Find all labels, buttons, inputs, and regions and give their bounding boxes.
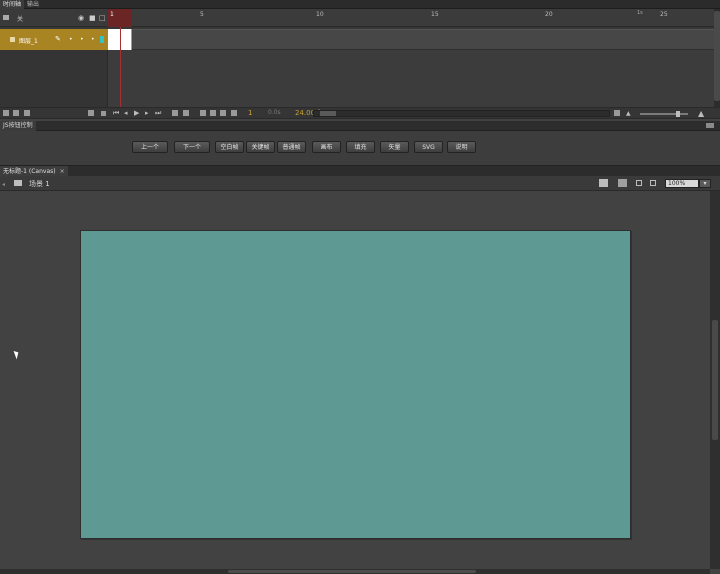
svg-button[interactable]: SVG [414,141,443,153]
next-button[interactable]: 下一个 [174,141,210,153]
ruler-label: 20 [545,11,553,18]
clip-icon[interactable] [636,180,642,186]
ruler-label: 10 [316,11,324,18]
prev-button[interactable]: 上一个 [132,141,168,153]
lock-icon[interactable]: ■ [89,14,96,22]
onion-outline-icon[interactable] [210,110,216,116]
frames-empty-area [108,50,714,107]
onion-skin-icon[interactable] [200,110,206,116]
camera-icon[interactable] [88,110,94,116]
lock-dot-icon[interactable]: • [80,36,84,43]
edit-symbols-icon[interactable] [618,179,627,187]
zoom-small-icon[interactable]: ▲ [626,110,631,117]
edit-bar: ◂ 场景 1 100% ▾ [0,176,720,191]
ruler-label: 1 [110,11,114,18]
stage-canvas[interactable] [80,230,631,539]
panel-title[interactable]: JS按钮控制 [0,121,36,131]
ruler-label: 25 [660,11,668,18]
eye-dot-icon[interactable]: • [69,36,73,43]
zoom-dropdown-icon[interactable]: ▾ [699,179,711,188]
last-frame-icon[interactable]: ⏭ [155,109,161,118]
one-second-marker: 1s [637,10,643,16]
elapsed-time: 0.0s [268,109,281,116]
ruler-label: 15 [431,11,439,18]
layers-icon [3,15,9,20]
panel-title-bar: JS按钮控制 [0,121,720,131]
new-layer-icon[interactable] [3,110,9,116]
timeline-zoom-slider[interactable] [640,113,688,115]
timeline-v-scroll-thumb[interactable] [714,11,720,101]
button-panel: 上一个 下一个 空白帧 关键帧 普通帧 画布 填充 矢量 SVG 说明 [0,131,720,165]
canvas-button[interactable]: 画布 [312,141,341,153]
back-arrow-icon[interactable]: ◂ [2,181,5,188]
blank-frame-button[interactable]: 空白帧 [215,141,244,153]
scene-label[interactable]: 场景 1 [29,179,50,189]
center-frame-icon[interactable] [183,110,189,116]
fill-button[interactable]: 填充 [346,141,375,153]
layer-header-label: 关 [17,16,24,23]
current-frame[interactable]: 1 [248,109,252,117]
reset-zoom-icon[interactable] [614,110,620,116]
new-folder-icon[interactable] [13,110,19,116]
tab-timeline[interactable]: 时间轴 [0,0,25,9]
layer-row[interactable]: 图层_1 ✎ • • • [0,29,108,50]
ruler-label: 5 [200,11,204,18]
zoom-large-icon[interactable]: ▲ [698,109,704,118]
parent-view-icon[interactable] [101,111,106,116]
layer-header: 关 ◉ ■ □ [0,9,108,27]
panel-menu-icon[interactable] [706,123,714,128]
layers-list-empty [0,50,108,107]
center-stage-icon[interactable] [650,180,656,186]
timeline-h-scrollbar[interactable] [313,110,610,117]
frames-row[interactable] [108,29,714,50]
edit-scene-icon[interactable] [599,179,608,187]
document-tab-title: 无标题-1 (Canvas) [3,168,56,175]
outline-dot-icon[interactable]: • [91,36,95,43]
stage-v-scroll-thumb[interactable] [712,320,718,440]
pen-icon: ✎ [55,35,61,43]
normal-frame-button[interactable]: 普通帧 [277,141,306,153]
vector-button[interactable]: 矢量 [380,141,409,153]
info-button[interactable]: 说明 [447,141,476,153]
frame-ruler[interactable] [108,9,714,27]
play-icon[interactable]: ▶ [134,109,139,117]
first-frame-icon[interactable]: ⏮ [113,109,119,118]
loop-icon[interactable] [172,110,178,116]
timeline-zoom-knob[interactable] [676,111,680,117]
stage-h-scroll-thumb[interactable] [228,570,476,573]
onion-markers-icon[interactable] [231,110,237,116]
timeline-panel: 关 ◉ ■ □ 1 5 10 15 20 25 1s 图层_1 ✎ • • • [0,9,720,107]
keyframe-button[interactable]: 关键帧 [246,141,275,153]
tab-output[interactable]: 输出 [24,0,42,9]
delete-layer-icon[interactable] [24,110,30,116]
eye-icon[interactable]: ◉ [78,14,84,22]
outline-icon[interactable]: □ [99,14,106,22]
next-frame-icon[interactable]: ▸ [145,109,149,117]
panel-tab-bar: 时间轴 输出 [0,0,720,9]
layer-icon [10,37,15,42]
zoom-input[interactable]: 100% [665,179,699,188]
timeline-h-scroll-thumb[interactable] [320,111,336,116]
playhead-line [120,27,121,107]
close-icon[interactable]: × [60,168,65,175]
scene-icon [14,180,22,186]
layer-color-swatch[interactable] [100,36,104,43]
edit-multiple-icon[interactable] [220,110,226,116]
layer-name[interactable]: 图层_1 [19,36,38,45]
prev-frame-icon[interactable]: ◂ [124,109,128,117]
timeline-toolbar: ⏮ ◂ ▶ ▸ ⏭ 1 0.0s 24.00 fps ▲ ▲ [0,107,720,119]
document-tab-bar: 无标题-1 (Canvas) × [0,165,720,177]
